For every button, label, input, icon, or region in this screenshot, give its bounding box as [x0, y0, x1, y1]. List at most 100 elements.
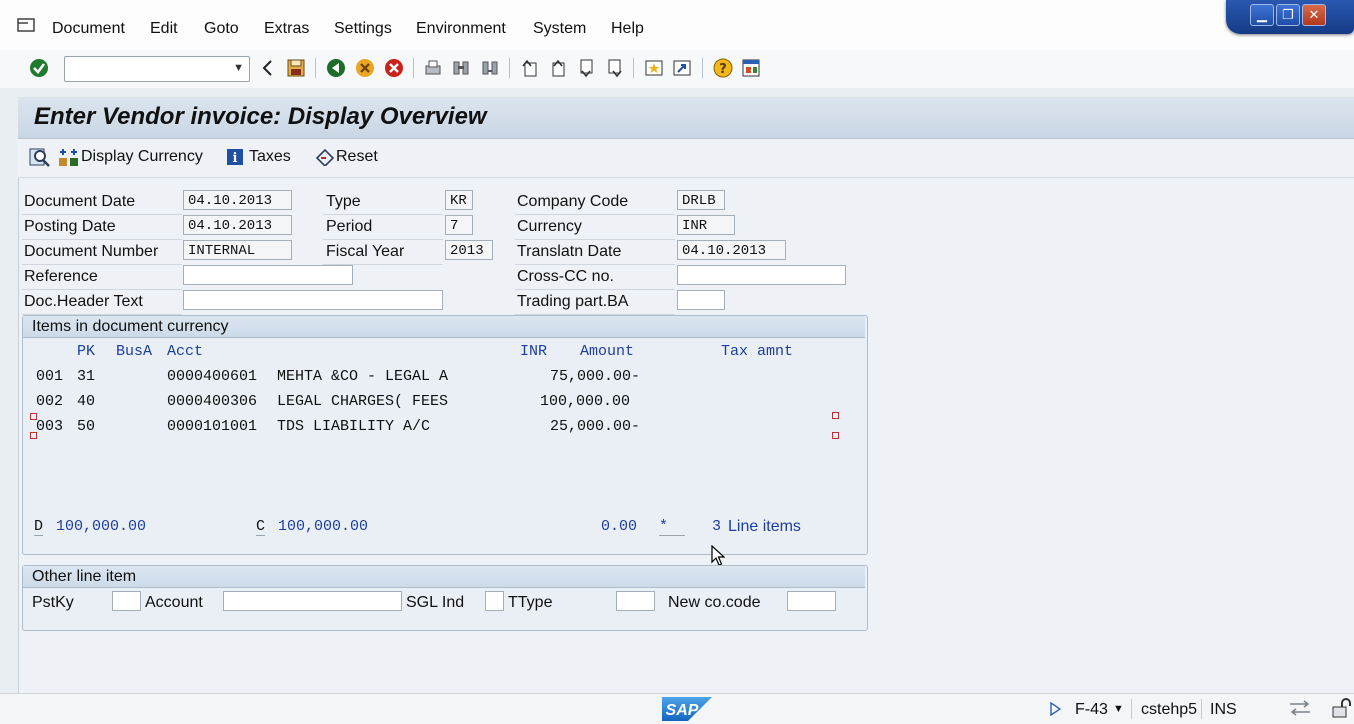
reset-icon — [315, 148, 335, 166]
sgl-ind-field[interactable] — [485, 591, 504, 611]
ttype-field[interactable] — [616, 591, 655, 611]
system-menu-icon[interactable] — [17, 18, 35, 32]
next-page-icon[interactable] — [576, 58, 596, 78]
taxes-button[interactable]: i Taxes — [226, 148, 291, 166]
credit-total: 100,000.00 — [278, 518, 369, 535]
command-field[interactable]: ▼ — [64, 56, 250, 82]
create-shortcut-icon[interactable] — [672, 58, 692, 78]
menu-edit[interactable]: Edit — [150, 20, 178, 38]
cross-cc-no-field[interactable] — [677, 265, 846, 285]
svg-text:SAP: SAP — [666, 702, 699, 719]
menu-help[interactable]: Help — [611, 20, 644, 38]
account-field[interactable] — [223, 591, 402, 611]
chevron-down-icon[interactable]: ▼ — [1113, 703, 1124, 715]
menu-goto[interactable]: Goto — [204, 20, 239, 38]
trading-part-ba-field[interactable] — [677, 290, 725, 310]
close-button[interactable]: ✕ — [1302, 4, 1326, 26]
help-icon[interactable]: ? — [713, 58, 733, 78]
company-code-label: Company Code — [517, 193, 629, 210]
enter-icon[interactable] — [29, 58, 49, 78]
document-date-label: Document Date — [24, 193, 136, 210]
reference-field[interactable] — [183, 265, 353, 285]
doc-header-text-label: Doc.Header Text — [24, 293, 143, 310]
last-page-icon[interactable] — [604, 58, 624, 78]
toolbar-separator — [413, 58, 414, 78]
type-field[interactable]: KR — [445, 190, 473, 210]
balance-total: 0.00 — [601, 518, 638, 535]
menu-settings[interactable]: Settings — [334, 20, 392, 38]
print-icon[interactable] — [423, 58, 443, 78]
taxes-label: Taxes — [249, 148, 291, 165]
posting-key: 31 — [77, 368, 96, 385]
item-amount: 100,000.00 — [540, 393, 631, 410]
layout-menu-icon[interactable] — [741, 58, 761, 78]
fiscal-year-field[interactable]: 2013 — [445, 240, 493, 260]
pstky-label: PstKy — [32, 594, 74, 611]
cross-cc-no-label: Cross-CC no. — [517, 268, 614, 285]
exit-icon[interactable] — [355, 58, 375, 78]
reset-button[interactable]: Reset — [314, 148, 378, 166]
posting-date-label: Posting Date — [24, 218, 116, 235]
previous-page-icon[interactable] — [548, 58, 568, 78]
pstky-field[interactable] — [112, 591, 141, 611]
menu-system[interactable]: System — [533, 20, 586, 38]
play-icon[interactable] — [1049, 702, 1061, 716]
menu-extras[interactable]: Extras — [264, 20, 309, 38]
minimize-button[interactable]: ▁ — [1250, 4, 1274, 26]
column-header-currency: INR — [520, 343, 548, 360]
posting-date-field[interactable]: 04.10.2013 — [183, 215, 292, 235]
mouse-cursor-icon — [711, 545, 725, 566]
translatn-date-field[interactable]: 04.10.2013 — [677, 240, 786, 260]
lock-icon[interactable] — [1330, 697, 1352, 719]
find-icon[interactable] — [451, 58, 471, 78]
column-header-tax-amount: Tax amnt — [721, 343, 794, 360]
connection-icon — [1290, 700, 1310, 716]
insert-mode: INS — [1210, 701, 1237, 718]
column-header-busa: BusA — [116, 343, 153, 360]
status-separator — [1131, 699, 1132, 719]
line-item-count: 3 — [712, 518, 722, 535]
item-number: 001 — [36, 368, 64, 385]
menu-environment[interactable]: Environment — [416, 20, 506, 38]
account-number: 0000400306 — [167, 393, 258, 410]
page-title: Enter Vendor invoice: Display Overview — [34, 103, 487, 130]
cancel-icon[interactable] — [384, 58, 404, 78]
column-header-amount: Amount — [580, 343, 635, 360]
find-next-icon[interactable] — [480, 58, 500, 78]
transaction-code: F-43 — [1075, 701, 1108, 718]
restore-button[interactable]: ❐ — [1276, 4, 1300, 26]
currency-label: Currency — [517, 218, 582, 235]
svg-text:i: i — [233, 151, 238, 166]
menu-document[interactable]: Document — [52, 20, 125, 38]
new-co-code-field[interactable] — [787, 591, 836, 611]
selection-marker — [832, 432, 839, 439]
chevron-down-icon[interactable]: ▼ — [233, 62, 244, 74]
fiscal-year-label: Fiscal Year — [326, 243, 405, 260]
back-arrow-icon[interactable] — [258, 58, 278, 78]
display-currency-button[interactable]: Display Currency — [58, 148, 203, 166]
selection-marker — [30, 413, 37, 420]
trading-part-ba-label: Trading part.BA — [517, 293, 629, 310]
reset-label: Reset — [336, 148, 378, 165]
doc-header-text-field[interactable] — [183, 290, 443, 310]
debit-total: 100,000.00 — [56, 518, 147, 535]
type-label: Type — [326, 193, 361, 210]
ttype-label: TType — [508, 594, 553, 611]
save-icon[interactable] — [286, 58, 306, 78]
selection-marker — [832, 412, 839, 419]
document-number-field[interactable]: INTERNAL — [183, 240, 292, 260]
document-date-field[interactable]: 04.10.2013 — [183, 190, 292, 210]
new-co-code-label: New co.code — [668, 594, 761, 611]
posting-key: 50 — [77, 418, 96, 435]
period-field[interactable]: 7 — [445, 215, 473, 235]
items-group-title: Items in document currency — [23, 316, 865, 338]
svg-text:?: ? — [719, 62, 727, 77]
display-overview-icon[interactable] — [29, 147, 51, 167]
toolbar-separator — [633, 58, 634, 78]
account-description: TDS LIABILITY A/C — [277, 418, 431, 435]
create-session-icon[interactable] — [644, 58, 664, 78]
company-code-field[interactable]: DRLB — [677, 190, 725, 210]
back-icon[interactable] — [326, 58, 346, 78]
first-page-icon[interactable] — [520, 58, 540, 78]
currency-field[interactable]: INR — [677, 215, 735, 235]
